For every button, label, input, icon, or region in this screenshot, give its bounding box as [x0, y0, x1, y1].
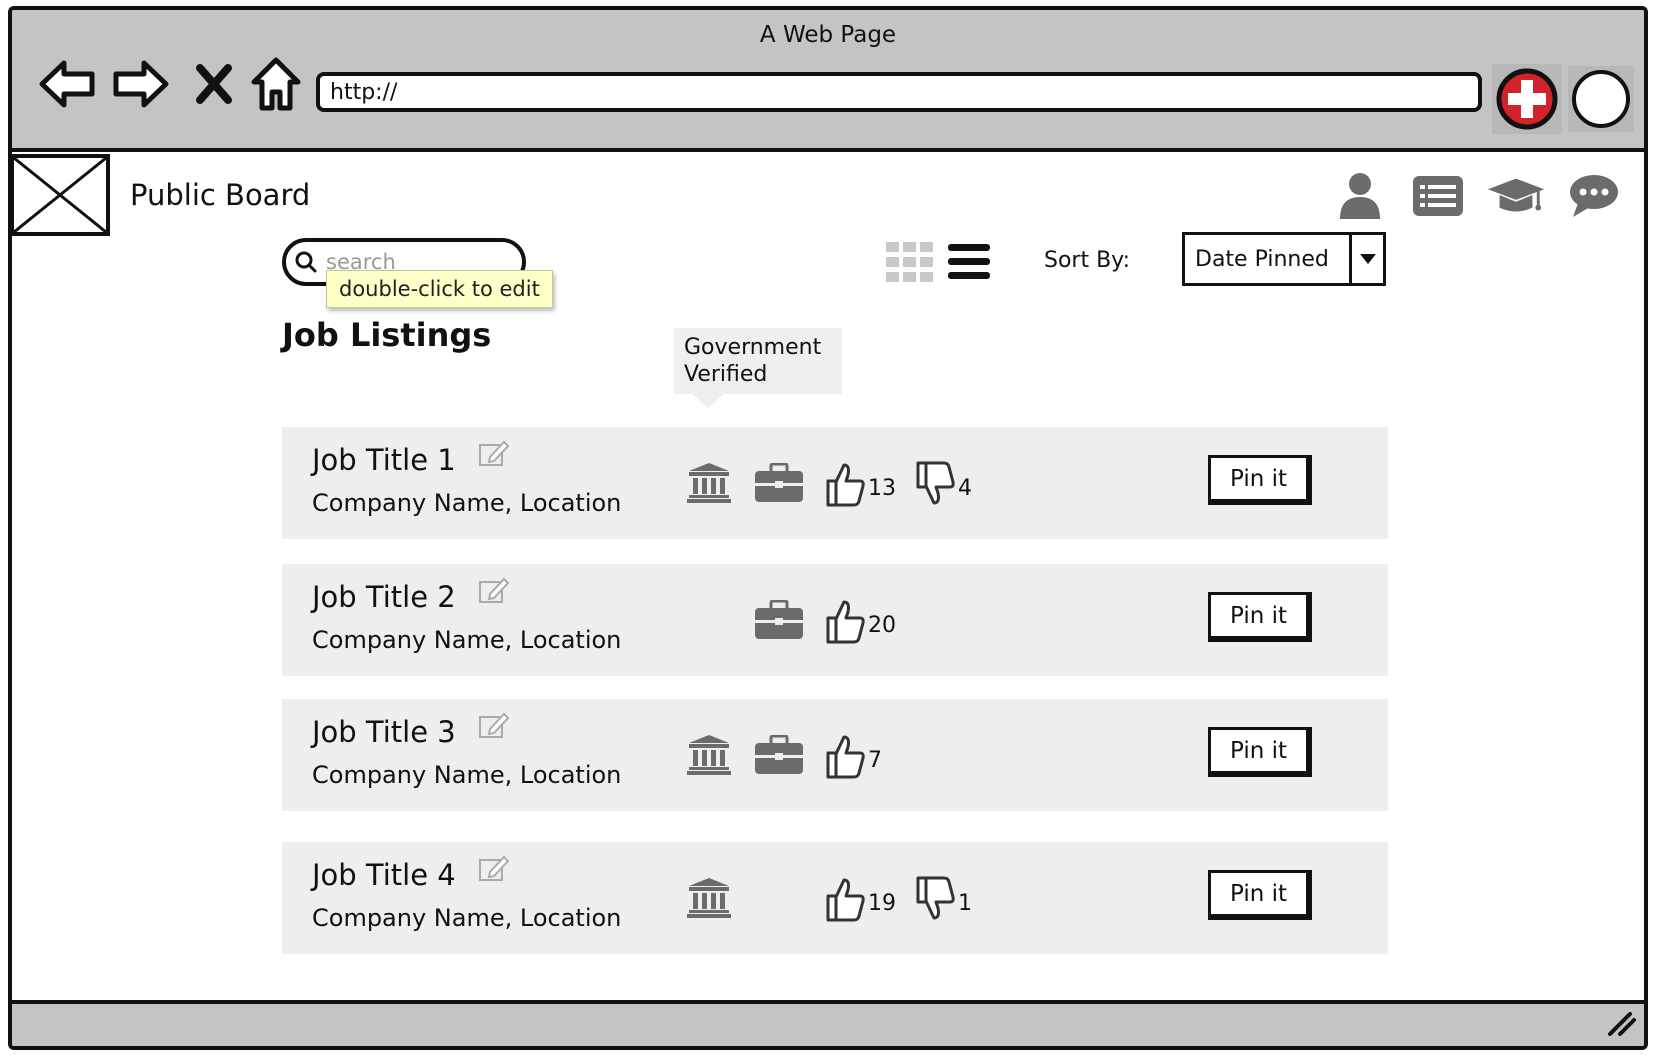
job-row: Job Title 1 Company Name, Location 13 4 … [282, 427, 1388, 539]
government-icon [686, 733, 732, 779]
graduation-cap-icon [1487, 178, 1545, 212]
callout-pointer [692, 394, 724, 408]
chevron-down-icon [1359, 254, 1376, 264]
add-tab-button[interactable] [1492, 64, 1562, 134]
forward-arrow-icon [113, 60, 169, 108]
search-icon [295, 251, 317, 273]
status-bar [12, 1000, 1644, 1046]
job-row: Job Title 2 Company Name, Location 20 Pi… [282, 564, 1388, 676]
list-icon [1413, 176, 1463, 216]
edit-button[interactable] [478, 439, 510, 471]
sort-label: Sort By: [1044, 248, 1131, 273]
thumbs-up-icon [826, 463, 865, 507]
listings-button[interactable] [1408, 166, 1468, 226]
grid-icon [886, 242, 933, 282]
sort-dropdown[interactable]: Date Pinned [1182, 232, 1386, 286]
home-icon [251, 57, 301, 111]
profile-button[interactable] [1330, 166, 1390, 226]
logo-placeholder [12, 154, 110, 236]
pin-button[interactable]: Pin it [1208, 455, 1312, 505]
briefcase-icon [754, 734, 804, 779]
job-title: Job Title 1 [312, 443, 456, 477]
like-button[interactable]: 20 [824, 598, 896, 644]
plus-icon [1496, 68, 1558, 130]
page-content: Public Board search double-click to edit… [12, 154, 1644, 1008]
menu-button[interactable] [1568, 66, 1634, 132]
like-button[interactable]: 13 [824, 461, 896, 507]
sort-value: Date Pinned [1195, 246, 1329, 272]
thumbs-up-icon [826, 878, 865, 922]
site-title: Public Board [130, 178, 311, 212]
forward-button[interactable] [108, 52, 172, 116]
briefcase-icon [754, 599, 804, 644]
edit-icon [479, 855, 510, 881]
list-view-toggle[interactable] [948, 242, 992, 286]
job-title: Job Title 2 [312, 580, 456, 614]
messages-button[interactable] [1564, 166, 1624, 226]
resize-handle[interactable] [1606, 1010, 1636, 1040]
dropdown-arrow[interactable] [1349, 235, 1383, 283]
image-placeholder-icon [14, 158, 106, 232]
like-button[interactable]: 19 [824, 876, 896, 922]
job-company: Company Name, Location [312, 489, 622, 517]
job-company: Company Name, Location [312, 626, 622, 654]
briefcase-icon [754, 462, 804, 507]
back-button[interactable] [36, 52, 100, 116]
thumbs-up-icon [826, 735, 865, 779]
edit-button[interactable] [478, 711, 510, 743]
like-count: 19 [868, 891, 896, 916]
circle-icon [1572, 70, 1630, 128]
edit-tooltip: double-click to edit [326, 270, 553, 308]
close-icon [196, 64, 232, 104]
browser-window: A Web Page http:// Public Board search d… [8, 6, 1648, 1050]
edit-icon [479, 712, 510, 738]
pin-button[interactable]: Pin it [1208, 727, 1312, 777]
job-title: Job Title 4 [312, 858, 456, 892]
edit-button[interactable] [478, 854, 510, 886]
browser-chrome: A Web Page http:// [12, 10, 1644, 152]
job-row: Job Title 4 Company Name, Location 19 1 … [282, 842, 1388, 954]
stop-button[interactable] [182, 52, 246, 116]
job-row: Job Title 3 Company Name, Location 7 Pin… [282, 699, 1388, 811]
education-button[interactable] [1486, 166, 1546, 226]
dislike-button[interactable]: 4 [914, 461, 972, 507]
back-arrow-icon [39, 60, 95, 108]
home-button[interactable] [244, 52, 308, 116]
job-title: Job Title 3 [312, 715, 456, 749]
hamburger-icon [948, 244, 990, 279]
edit-icon [479, 577, 510, 603]
job-company: Company Name, Location [312, 761, 622, 789]
dislike-count: 4 [958, 476, 972, 501]
grid-view-toggle[interactable] [886, 242, 934, 286]
like-button[interactable]: 7 [824, 733, 882, 779]
edit-icon [479, 440, 510, 466]
government-icon [686, 876, 732, 922]
edit-button[interactable] [478, 576, 510, 608]
user-icon [1340, 173, 1380, 219]
like-count: 7 [868, 748, 882, 773]
job-company: Company Name, Location [312, 904, 622, 932]
thumbs-up-icon [826, 600, 865, 644]
url-bar[interactable]: http:// [316, 72, 1482, 112]
dislike-button[interactable]: 1 [914, 876, 972, 922]
resize-grip-icon [1608, 1012, 1636, 1036]
dislike-count: 1 [958, 891, 972, 916]
like-count: 20 [868, 613, 896, 638]
top-nav-icons [1330, 166, 1624, 226]
thumbs-down-icon [916, 876, 955, 920]
pin-button[interactable]: Pin it [1208, 592, 1312, 642]
window-title: A Web Page [759, 22, 897, 48]
government-icon [686, 461, 732, 507]
like-count: 13 [868, 476, 896, 501]
chat-icon [1570, 175, 1618, 217]
thumbs-down-icon [916, 461, 955, 505]
government-verified-callout: Government Verified [674, 328, 842, 394]
section-title: Job Listings [282, 316, 492, 354]
pin-button[interactable]: Pin it [1208, 870, 1312, 920]
